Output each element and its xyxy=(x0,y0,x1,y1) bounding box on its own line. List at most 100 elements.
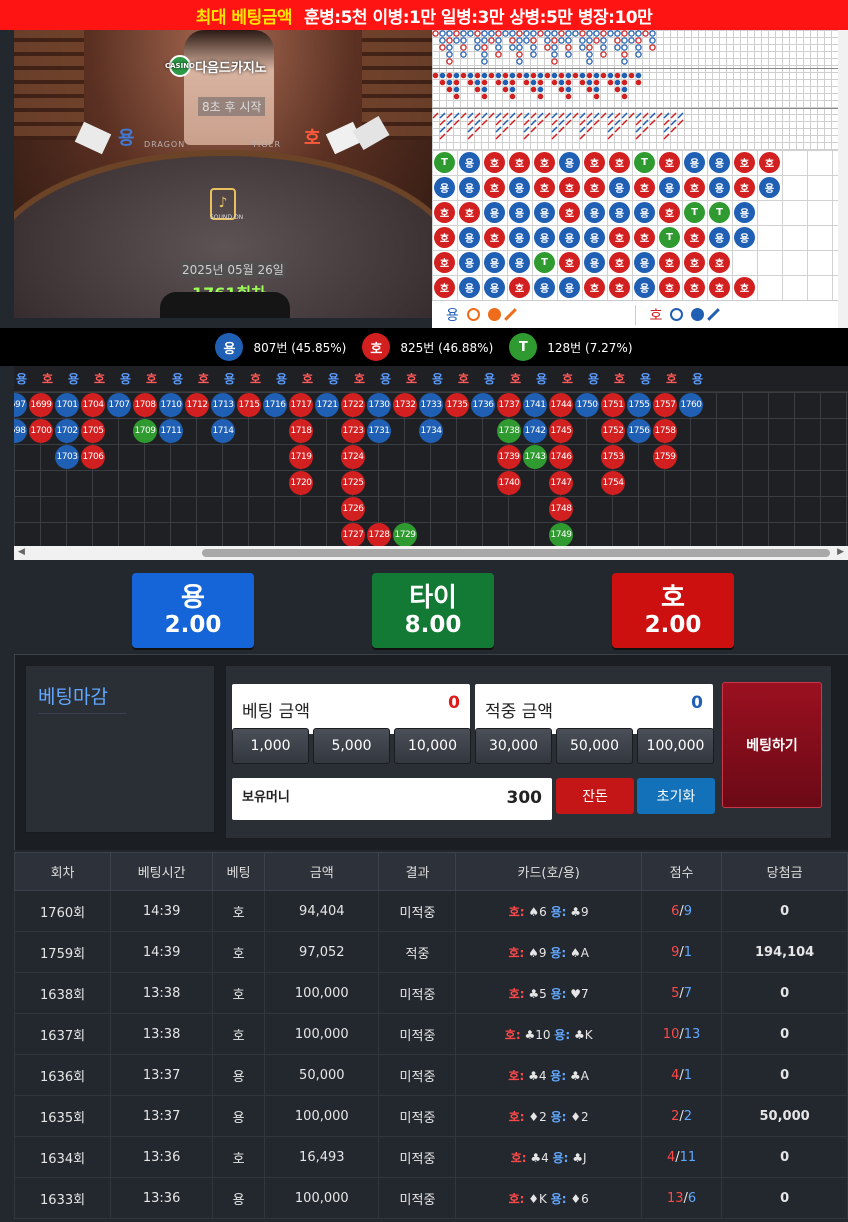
big-road-bead: 1754 xyxy=(601,471,625,495)
time-cell: 14:39 xyxy=(110,931,214,973)
time-cell: 13:36 xyxy=(110,1177,214,1219)
chip-button[interactable]: 50,000 xyxy=(556,728,633,764)
bet-ho-button[interactable]: 호 2.00 xyxy=(612,573,734,648)
scroll-right-icon[interactable]: ▶ xyxy=(837,547,844,557)
betting-closed-label: 베팅마감 xyxy=(38,682,126,714)
big-road-header-label: 용 xyxy=(68,372,80,386)
derived-mark xyxy=(551,51,558,58)
bet-cell: 용 xyxy=(212,1177,266,1219)
derived-mark xyxy=(649,119,656,126)
derived-mark xyxy=(481,58,488,65)
cards-cell: 호: ♠9 용: ♠A xyxy=(455,931,642,973)
derived-mark xyxy=(509,37,516,44)
bead-ho: 호 xyxy=(509,152,530,173)
bead-yong: 용 xyxy=(534,202,555,223)
derived-mark xyxy=(635,72,642,79)
bead-tie: T xyxy=(659,227,680,248)
time-cell: 13:38 xyxy=(110,972,214,1014)
big-road-header-label: 용 xyxy=(276,372,288,386)
derived-mark xyxy=(481,86,488,93)
chip-button[interactable]: 5,000 xyxy=(313,728,390,764)
ho-prefix: 호: xyxy=(508,945,525,960)
bet-amount-value: 0 xyxy=(448,693,460,713)
derived-mark xyxy=(607,119,614,126)
score-cell: 6/9 xyxy=(640,890,723,932)
derived-mark xyxy=(551,126,558,133)
big-road-bead: 1706 xyxy=(81,445,105,469)
scroll-thumb[interactable] xyxy=(202,549,830,557)
derived-mark xyxy=(488,112,495,119)
round-cell: 1636회 xyxy=(13,1054,112,1096)
bead-tie: T xyxy=(634,152,655,173)
yong-score: 11 xyxy=(679,1149,697,1165)
bet-amount-label: 베팅 금액 xyxy=(242,702,310,722)
yong-prefix: 용: xyxy=(550,945,567,960)
bead-ho: 호 xyxy=(659,252,680,273)
derived-mark xyxy=(628,30,635,37)
derived-mark xyxy=(495,44,502,51)
ring-icon xyxy=(466,308,480,321)
derived-mark xyxy=(523,126,530,133)
roadmap-scrollbar[interactable] xyxy=(838,30,848,328)
bead-ho: 호 xyxy=(734,177,755,198)
chip-button[interactable]: 10,000 xyxy=(394,728,471,764)
big-road-header-label: 용 xyxy=(536,372,548,386)
derived-mark xyxy=(572,112,579,119)
derived-mark xyxy=(558,37,565,44)
derived-mark xyxy=(446,119,453,126)
change-button[interactable]: 잔돈 xyxy=(556,778,634,814)
derived-mark xyxy=(502,72,509,79)
round-cell: 1638회 xyxy=(13,972,112,1014)
place-bet-button[interactable]: 베팅하기 xyxy=(722,682,822,808)
bead-yong: 용 xyxy=(509,202,530,223)
bead-ho: 호 xyxy=(684,227,705,248)
derived-mark xyxy=(579,30,586,37)
derived-mark xyxy=(439,119,446,126)
derived-mark xyxy=(446,72,453,79)
cards-cell: 호: ♦2 용: ♦2 xyxy=(455,1095,642,1137)
big-road-bead: 1752 xyxy=(601,419,625,443)
scroll-left-icon[interactable]: ◀ xyxy=(18,547,25,557)
derived-mark xyxy=(635,79,642,86)
bead-yong: 용 xyxy=(484,202,505,223)
ho-card: ♣4 xyxy=(526,1150,553,1165)
derived-mark xyxy=(614,79,621,86)
bet-cell: 호 xyxy=(212,931,266,973)
derived-mark xyxy=(474,79,481,86)
chip-button[interactable]: 100,000 xyxy=(637,728,714,764)
big-road-scrollbar[interactable]: ◀ ▶ xyxy=(14,546,848,560)
score-cell: 4/1 xyxy=(640,1054,723,1096)
bet-yong-button[interactable]: 용 2.00 xyxy=(132,573,254,648)
derived-mark xyxy=(530,126,537,133)
amount-cell: 100,000 xyxy=(264,972,380,1014)
chip-button[interactable]: 30,000 xyxy=(475,728,552,764)
score-cell: 4/11 xyxy=(640,1136,723,1178)
big-road-header-label: 용 xyxy=(16,372,28,386)
bet-tie-button[interactable]: 타이 8.00 xyxy=(372,573,494,648)
big-road-bead: 1734 xyxy=(419,419,443,443)
derived-mark xyxy=(663,112,670,119)
bead-yong: 용 xyxy=(459,277,480,298)
derived-mark xyxy=(558,126,565,133)
predict-yong[interactable]: 용 xyxy=(432,305,635,325)
bead-ho: 호 xyxy=(659,202,680,223)
yong-card: ♣K xyxy=(570,1027,593,1042)
reset-button[interactable]: 초기화 xyxy=(637,778,715,814)
ho-card: ♣4 xyxy=(524,1068,551,1083)
bead-ho: 호 xyxy=(484,152,505,173)
derived-mark xyxy=(551,44,558,51)
derived-mark xyxy=(523,72,530,79)
round-cell: 1760회 xyxy=(13,890,112,932)
bead-yong: 용 xyxy=(559,227,580,248)
derived-mark xyxy=(453,30,460,37)
derived-mark xyxy=(551,112,558,119)
roadmap-panel: T용호호호용호호T호용용호호용용호용호호호용호용호용호용호호용용용호용용용호TT… xyxy=(432,30,848,328)
ho-prefix: 호: xyxy=(508,986,525,1001)
payout-cell: 50,000 xyxy=(721,1095,848,1137)
derived-mark xyxy=(481,44,488,51)
chip-button[interactable]: 1,000 xyxy=(232,728,309,764)
amount-cell: 100,000 xyxy=(264,1013,380,1055)
predict-ho[interactable]: 호 xyxy=(634,304,839,325)
sound-label: SOUND ON xyxy=(210,214,244,221)
round-cell: 1633회 xyxy=(13,1177,112,1219)
